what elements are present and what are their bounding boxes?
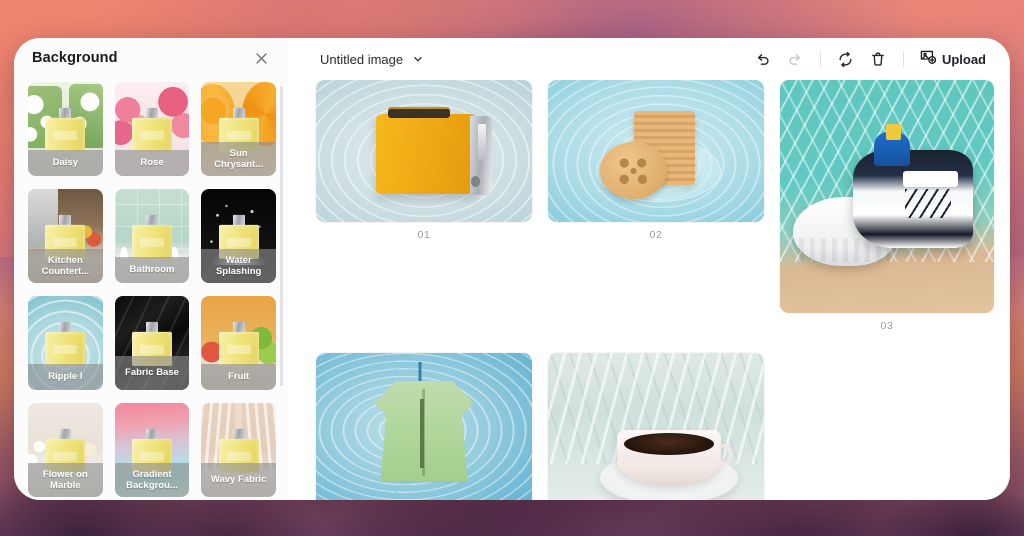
background-thumb-kitchen-countertop[interactable]: Kitchen Countert...: [28, 189, 103, 283]
image-preview-sneakers[interactable]: [780, 80, 994, 313]
background-thumb-label: Bathroom: [114, 257, 190, 283]
background-panel-header: Background: [14, 38, 288, 78]
upload-button-label: Upload: [941, 51, 986, 67]
background-thumb-label: Gradient Backgrou...: [114, 463, 190, 497]
toolbar-separator: [902, 51, 904, 67]
background-thumb-wavy-fabric[interactable]: Wavy Fabric: [201, 403, 276, 497]
canvas-row-top: 01 02 03: [316, 80, 994, 332]
background-thumb-label: Ripple I: [28, 364, 103, 390]
upload-button[interactable]: Upload: [915, 44, 992, 74]
perfume-bottle-icon: [131, 214, 172, 259]
toolbar-actions: Upload: [749, 44, 992, 74]
canvas-row-bottom: [316, 353, 994, 500]
green-shirt-illustration: [374, 380, 474, 483]
app-window: Background Daisy Rose Sun Chrysant... Ki…: [14, 38, 1010, 500]
background-thumb-fruit[interactable]: Fruit: [201, 296, 276, 390]
trash-icon[interactable]: [864, 45, 892, 73]
editor-toolbar: Untitled image Upload: [300, 38, 1010, 80]
background-thumb-label: Daisy: [28, 150, 103, 176]
perfume-bottle-icon: [218, 321, 259, 366]
image-card-number: 03: [880, 320, 894, 332]
editor-main-panel: Untitled image Upload 01 02 03: [300, 38, 1010, 500]
perfume-bottle-icon: [131, 107, 172, 152]
chevron-down-icon: [412, 53, 424, 65]
background-thumb-label: Kitchen Countert...: [28, 249, 103, 283]
image-card-05[interactable]: [548, 353, 764, 500]
background-thumb-label: Rose: [114, 150, 190, 176]
sidebar-scrollbar[interactable]: [280, 86, 283, 386]
background-thumb-label: Fabric Base: [114, 356, 190, 390]
image-preview-toaster[interactable]: [316, 80, 532, 222]
background-thumb-rose[interactable]: Rose: [114, 82, 190, 176]
background-thumbnail-grid: Daisy Rose Sun Chrysant... Kitchen Count…: [28, 82, 276, 497]
image-card-number: 02: [649, 229, 663, 241]
coffee-cup-illustration: [617, 430, 733, 486]
document-title: Untitled image: [320, 51, 404, 67]
image-canvas[interactable]: 01 02 03: [300, 80, 1010, 500]
perfume-bottle-icon: [45, 321, 86, 366]
background-thumb-daisy[interactable]: Daisy: [28, 82, 103, 176]
panel-divider: [288, 38, 300, 500]
toaster-illustration: [376, 108, 492, 196]
refresh-loop-icon[interactable]: [832, 45, 860, 73]
background-thumb-flower-on-marble[interactable]: Flower on Marble: [28, 403, 103, 497]
image-add-icon: [919, 48, 937, 70]
undo-icon[interactable]: [749, 45, 777, 73]
close-icon[interactable]: [250, 47, 272, 69]
background-thumb-label: Flower on Marble: [28, 463, 103, 497]
image-card-number: 01: [417, 229, 431, 241]
background-thumbnail-scroll[interactable]: Daisy Rose Sun Chrysant... Kitchen Count…: [14, 78, 288, 500]
biscuit-illustration: [599, 142, 667, 200]
sneaker-illustration: [852, 124, 973, 248]
image-card-02[interactable]: 02: [548, 80, 764, 241]
image-card-01[interactable]: 01: [316, 80, 532, 241]
background-thumb-label: Fruit: [201, 364, 276, 390]
background-thumb-label: Wavy Fabric: [201, 463, 276, 497]
document-title-dropdown[interactable]: Untitled image: [316, 49, 428, 70]
redo-icon: [781, 45, 809, 73]
image-preview-shirt[interactable]: [316, 353, 532, 500]
toolbar-separator: [819, 51, 821, 67]
background-thumb-water-splashing[interactable]: Water Splashing: [201, 189, 276, 283]
perfume-bottle-icon: [45, 107, 86, 152]
image-card-04[interactable]: [316, 353, 532, 500]
hanger-illustration: [418, 362, 422, 384]
background-thumb-gradient-background[interactable]: Gradient Backgrou...: [114, 403, 190, 497]
background-thumb-label: Sun Chrysant...: [201, 142, 276, 176]
image-preview-coffee[interactable]: [548, 353, 764, 500]
image-preview-biscuits[interactable]: [548, 80, 764, 222]
background-thumb-sun-chrysanthemum[interactable]: Sun Chrysant...: [201, 82, 276, 176]
background-thumb-bathroom[interactable]: Bathroom: [114, 189, 190, 283]
background-panel-title: Background: [32, 50, 118, 66]
background-panel: Background Daisy Rose Sun Chrysant... Ki…: [14, 38, 288, 500]
background-thumb-fabric-base[interactable]: Fabric Base: [114, 296, 190, 390]
background-thumb-label: Water Splashing: [201, 249, 276, 283]
image-card-03[interactable]: 03: [780, 80, 994, 332]
background-thumb-ripple-i[interactable]: Ripple I: [28, 296, 103, 390]
